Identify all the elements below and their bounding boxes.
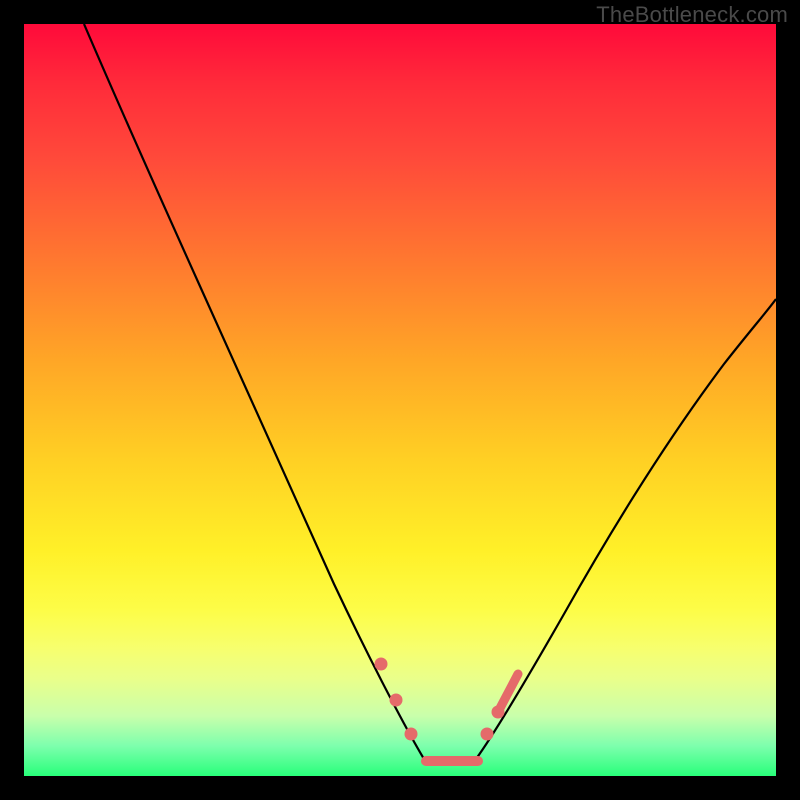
right-curve	[476, 299, 776, 759]
watermark-text: TheBottleneck.com	[596, 2, 788, 28]
marker-dot	[492, 706, 505, 719]
marker-dot	[481, 728, 494, 741]
plot-area	[24, 24, 776, 776]
left-curve	[84, 24, 424, 759]
chart-svg	[24, 24, 776, 776]
marker-dot	[405, 728, 418, 741]
chart-frame: TheBottleneck.com	[0, 0, 800, 800]
marker-dot	[390, 694, 403, 707]
marker-dot	[375, 658, 388, 671]
